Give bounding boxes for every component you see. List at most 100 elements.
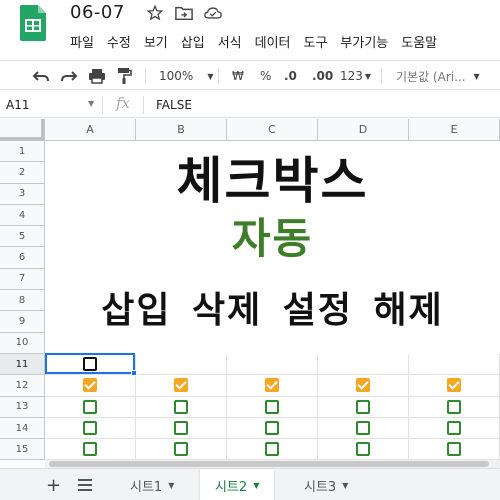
menu-insert[interactable]: 삽입 xyxy=(181,32,205,51)
cell-d13[interactable] xyxy=(318,396,409,418)
font-select[interactable]: 기본값 (Ari... ▼ xyxy=(396,61,480,91)
cell-c12[interactable] xyxy=(227,375,318,397)
menu-format[interactable]: 서식 xyxy=(218,32,242,51)
menu-file[interactable]: 파일 xyxy=(70,32,94,51)
paint-format-button[interactable] xyxy=(116,61,132,91)
row-header[interactable]: 3 xyxy=(0,183,45,205)
horizontal-scrollbar[interactable] xyxy=(45,460,500,468)
cell-d14[interactable] xyxy=(318,417,409,440)
cloud-saved-icon[interactable] xyxy=(204,5,222,21)
increase-decimal-button[interactable]: .00 xyxy=(312,61,333,91)
decrease-decimal-button[interactable]: .0 xyxy=(284,61,297,91)
cell-c11[interactable] xyxy=(227,354,318,376)
sheet-tab-1[interactable]: 시트1 ▼ xyxy=(118,469,186,500)
cell-c14[interactable] xyxy=(227,417,318,440)
cell-d12[interactable] xyxy=(318,375,409,397)
cell-e11[interactable] xyxy=(409,354,500,376)
row-header[interactable]: 7 xyxy=(0,268,45,291)
row-header[interactable]: 8 xyxy=(0,290,45,312)
row-header[interactable]: 9 xyxy=(0,311,45,333)
row-header[interactable]: 2 xyxy=(0,162,45,184)
cell-b14[interactable] xyxy=(136,417,227,440)
column-header-c[interactable]: C xyxy=(227,119,318,141)
document-title[interactable]: 06-07 xyxy=(70,2,125,23)
row-header[interactable]: 1 xyxy=(0,141,45,163)
checkbox-unchecked[interactable] xyxy=(356,399,370,414)
sheet-tab-3[interactable]: 시트3 ▼ xyxy=(292,469,360,500)
checkbox-unchecked[interactable] xyxy=(356,442,370,457)
row-header[interactable]: 13 xyxy=(0,396,45,418)
column-header-b[interactable]: B xyxy=(136,119,227,141)
sheets-logo-icon[interactable] xyxy=(20,5,46,41)
print-button[interactable] xyxy=(88,61,106,91)
percent-format-button[interactable]: % xyxy=(260,61,271,91)
currency-format-button[interactable]: ₩ xyxy=(232,61,244,91)
row-header[interactable]: 5 xyxy=(0,226,45,248)
checkbox-unchecked[interactable] xyxy=(356,421,370,436)
checkbox-unchecked[interactable] xyxy=(265,421,279,436)
checkbox-checked[interactable] xyxy=(447,378,461,393)
checkbox-unchecked[interactable] xyxy=(83,442,97,457)
cell-b13[interactable] xyxy=(136,396,227,418)
checkbox-unchecked[interactable] xyxy=(447,442,461,457)
checkbox-unchecked[interactable] xyxy=(174,399,188,414)
fill-handle[interactable] xyxy=(131,370,137,376)
row-header[interactable]: 12 xyxy=(0,375,45,397)
cell-c15[interactable] xyxy=(227,439,318,460)
row-header[interactable]: 14 xyxy=(0,417,45,440)
cell-b12[interactable] xyxy=(136,375,227,397)
menu-view[interactable]: 보기 xyxy=(144,32,168,51)
checkbox-unchecked[interactable] xyxy=(174,421,188,436)
row-header-selected[interactable]: 11 xyxy=(0,353,45,376)
checkbox-unchecked[interactable] xyxy=(265,399,279,414)
cell-a13[interactable] xyxy=(45,396,136,418)
name-box[interactable]: A11 xyxy=(6,98,29,112)
cell-a15[interactable] xyxy=(45,439,136,460)
row-header[interactable]: 10 xyxy=(0,332,45,354)
menu-tools[interactable]: 도구 xyxy=(304,32,328,51)
cell-b15[interactable] xyxy=(136,439,227,460)
sheet-tab-2[interactable]: 시트2 ▼ xyxy=(200,469,275,500)
scrollbar-thumb[interactable] xyxy=(49,461,489,467)
checkbox-checked[interactable] xyxy=(174,378,188,393)
column-header-d[interactable]: D xyxy=(318,119,409,141)
menu-help[interactable]: 도움말 xyxy=(401,32,437,51)
undo-button[interactable] xyxy=(32,61,50,91)
checkbox-unchecked[interactable] xyxy=(83,399,97,414)
row-header[interactable]: 6 xyxy=(0,247,45,269)
menu-data[interactable]: 데이터 xyxy=(255,32,291,51)
row-header[interactable]: 15 xyxy=(0,439,45,460)
checkbox-unchecked[interactable] xyxy=(447,421,461,436)
cell-e12[interactable] xyxy=(409,375,500,397)
select-all-corner[interactable] xyxy=(0,119,45,141)
cell-d15[interactable] xyxy=(318,439,409,460)
cell-e14[interactable] xyxy=(409,417,500,440)
checkbox-unchecked[interactable] xyxy=(447,399,461,414)
formula-input[interactable]: FALSE xyxy=(156,98,192,112)
star-icon[interactable] xyxy=(146,5,164,21)
cell-a12[interactable] xyxy=(45,375,136,397)
redo-button[interactable] xyxy=(60,61,78,91)
cell-e13[interactable] xyxy=(409,396,500,418)
checkbox-checked[interactable] xyxy=(265,378,279,393)
more-formats-button[interactable]: 123 ▼ xyxy=(340,61,371,91)
menu-edit[interactable]: 수정 xyxy=(107,32,131,51)
move-to-folder-icon[interactable] xyxy=(175,5,193,21)
checkbox-checked[interactable] xyxy=(83,378,97,393)
cell-b11[interactable] xyxy=(136,354,227,376)
checkbox-unchecked[interactable] xyxy=(265,442,279,457)
cell-a14[interactable] xyxy=(45,417,136,440)
add-sheet-icon[interactable]: + xyxy=(46,475,61,496)
cell-c13[interactable] xyxy=(227,396,318,418)
merged-banner-cell[interactable]: 체크박스 자동 삽입 삭제 설정 해제 xyxy=(45,141,500,354)
cell-d11[interactable] xyxy=(318,354,409,376)
row-header[interactable]: 4 xyxy=(0,204,45,227)
checkbox-unchecked[interactable] xyxy=(83,421,97,436)
chevron-down-icon[interactable]: ▼ xyxy=(88,99,94,108)
checkbox-checked[interactable] xyxy=(356,378,370,393)
cell-e15[interactable] xyxy=(409,439,500,460)
column-header-a[interactable]: A xyxy=(45,119,136,141)
column-header-e[interactable]: E xyxy=(409,119,500,141)
all-sheets-menu-icon[interactable] xyxy=(78,479,92,494)
checkbox-unchecked[interactable] xyxy=(174,442,188,457)
